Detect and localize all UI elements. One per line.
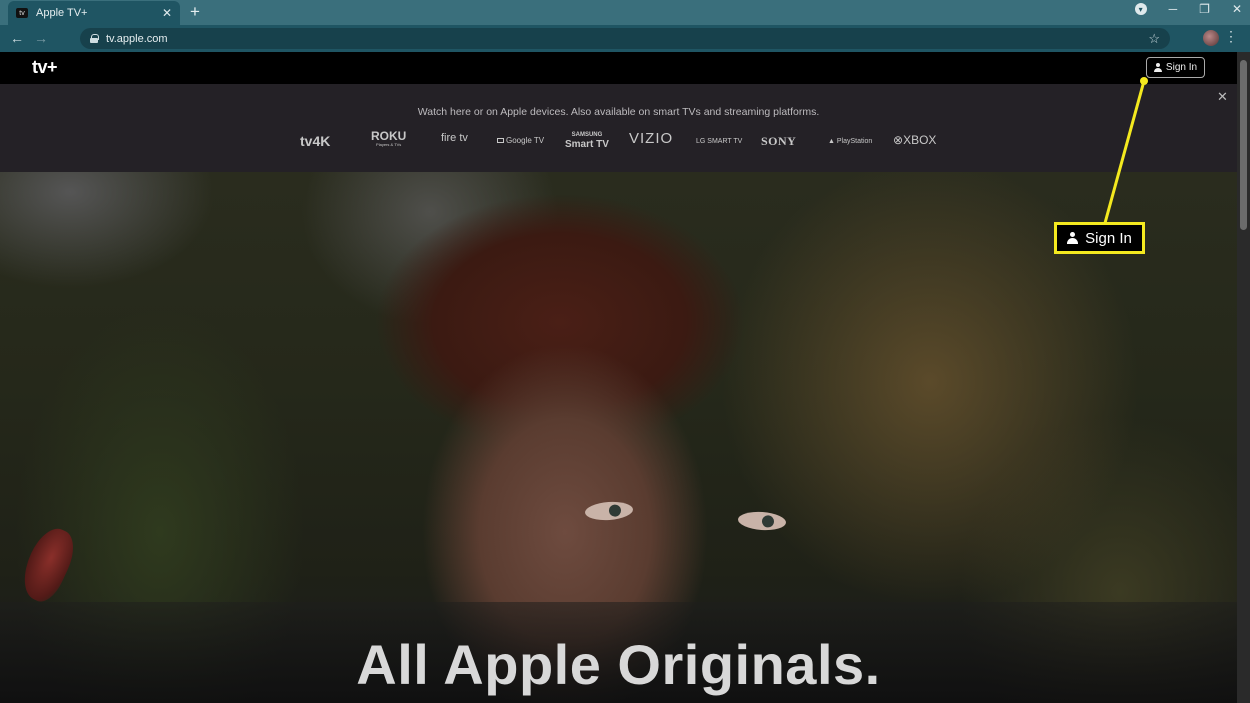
playstation-icon: ▲ <box>828 138 837 145</box>
apple-tv-favicon-icon: tv <box>16 8 28 18</box>
person-icon <box>1067 232 1079 244</box>
menu-icon[interactable]: ⋮ <box>1224 29 1238 43</box>
tab-close-icon[interactable]: ✕ <box>162 6 172 20</box>
platform-fire-tv: fire tv <box>441 132 468 144</box>
window-controls: ▾ ─ ❐ ✕ <box>1134 2 1242 16</box>
sign-in-button[interactable]: Sign In <box>1146 57 1205 78</box>
back-icon[interactable]: ← <box>10 30 24 46</box>
platforms-banner: Watch here or on Apple devices. Also ava… <box>0 84 1237 172</box>
platform-apple-tv-4k: tv4K <box>300 133 331 149</box>
close-icon[interactable]: ✕ <box>1232 2 1242 16</box>
banner-close-icon[interactable]: ✕ <box>1217 89 1228 105</box>
lock-icon[interactable] <box>90 34 99 43</box>
platform-xbox: ⊗XBOX <box>893 133 937 147</box>
logo-text: tv+ <box>32 57 58 77</box>
minimize-icon[interactable]: ─ <box>1169 2 1178 16</box>
xbox-icon: ⊗ <box>893 133 904 147</box>
star-icon[interactable]: ☆ <box>1148 31 1160 47</box>
person-icon <box>1153 63 1162 72</box>
platform-vizio: VIZIO <box>629 130 674 147</box>
profile-avatar[interactable] <box>1203 30 1219 46</box>
hero-eye-right <box>737 510 787 532</box>
scrollbar-thumb[interactable] <box>1240 60 1247 230</box>
platform-lg-smart-tv: LG SMART TV <box>696 138 743 145</box>
sign-in-label: Sign In <box>1165 62 1198 73</box>
sign-in-callout: Sign In <box>1054 222 1145 254</box>
platform-playstation: ▲ PlayStation <box>828 138 873 145</box>
platform-google-tv: Google TV <box>497 134 544 148</box>
forward-icon[interactable]: → <box>34 30 48 46</box>
hero-title: All Apple Originals. <box>356 633 881 696</box>
hero-image: All Apple Originals. <box>0 172 1237 703</box>
site-header: tv+ Sign In <box>0 52 1237 84</box>
platform-samsung-smart-tv: SAMSUNG Smart TV <box>565 132 609 150</box>
url-text[interactable]: tv.apple.com <box>106 33 1148 45</box>
tab-title: Apple TV+ <box>36 7 88 19</box>
tv-icon <box>497 138 504 143</box>
new-tab-button[interactable]: + <box>190 3 200 21</box>
platform-roku: ROKU Players & TVs <box>371 129 407 147</box>
browser-tab-bar: tv Apple TV+ ✕ + ▾ ─ ❐ ✕ <box>0 0 1250 25</box>
hero-eye-left <box>584 500 634 522</box>
browser-toolbar: ← → tv.apple.com ☆ ⋮ <box>0 25 1250 52</box>
tab-search-icon[interactable]: ▾ <box>1134 3 1147 15</box>
apple-tv-plus-logo[interactable]: tv+ <box>32 57 58 78</box>
page-scrollbar[interactable] <box>1237 52 1250 703</box>
red-leaf-decoration <box>14 522 82 607</box>
callout-label: Sign In <box>1085 229 1132 247</box>
restore-icon[interactable]: ❐ <box>1199 2 1210 16</box>
banner-text: Watch here or on Apple devices. Also ava… <box>417 106 820 118</box>
browser-tab[interactable]: tv Apple TV+ ✕ <box>8 1 180 25</box>
address-bar[interactable]: tv.apple.com ☆ <box>80 28 1170 49</box>
platform-sony: SONY <box>761 134 797 148</box>
